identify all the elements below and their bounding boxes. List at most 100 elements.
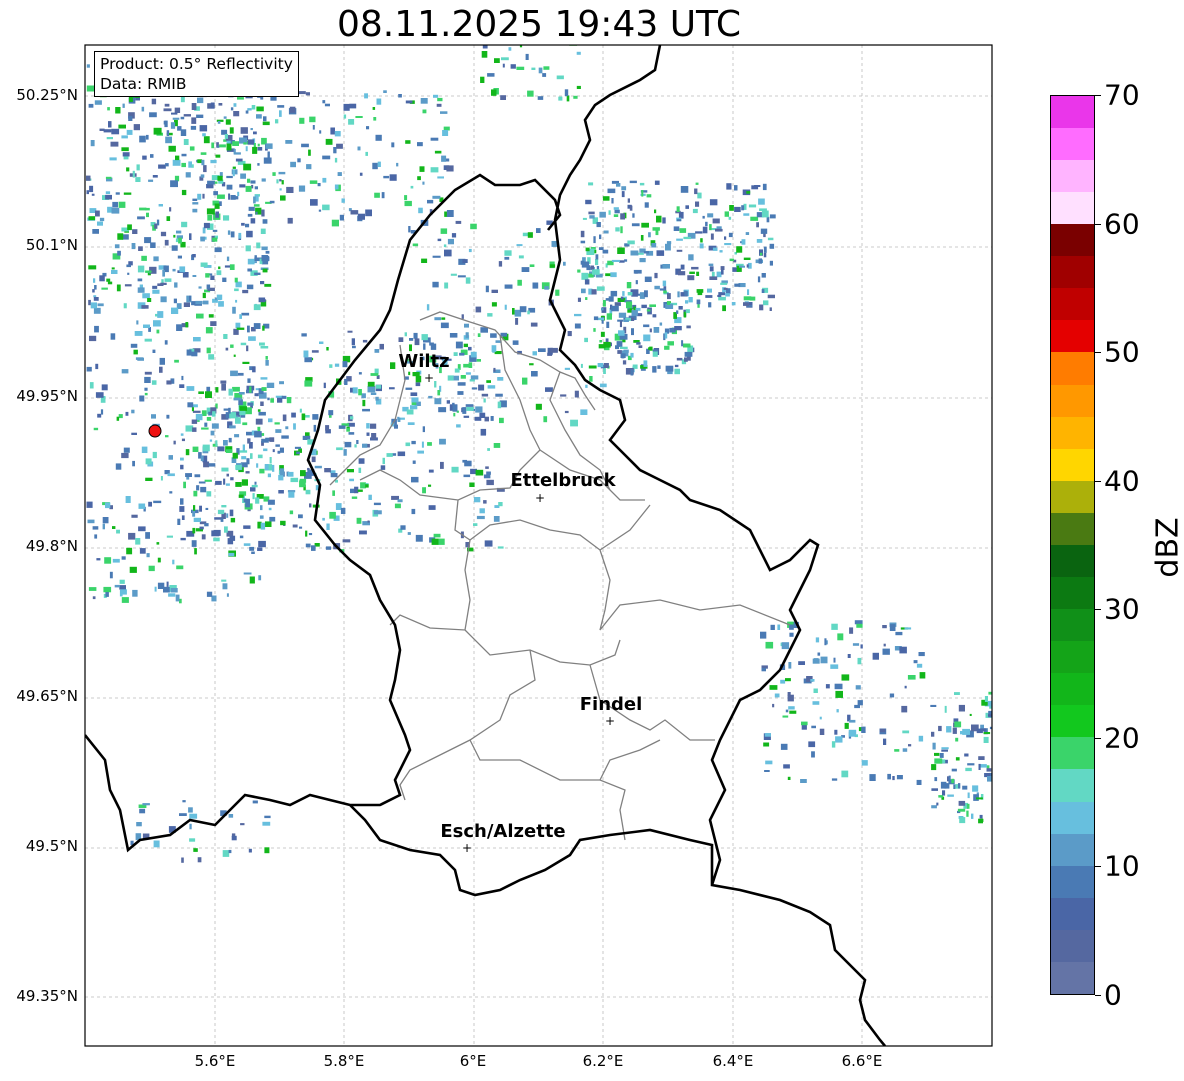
echo-cell <box>679 228 687 233</box>
echo-cell <box>365 209 372 217</box>
echo-cell <box>235 322 241 328</box>
echo-cell <box>412 243 419 247</box>
echo-cell <box>275 429 282 433</box>
lat-tick-label: 50.1°N <box>25 236 78 254</box>
echo-cell <box>332 490 335 496</box>
echo-cell <box>215 480 222 485</box>
echo-cell <box>758 198 765 205</box>
echo-cell <box>861 726 866 733</box>
echo-cell <box>152 289 160 294</box>
echo-cell <box>262 268 268 273</box>
echo-cell <box>258 575 262 581</box>
echo-cell <box>145 207 150 211</box>
echo-cell <box>230 344 234 348</box>
echo-cell <box>588 211 595 215</box>
colorbar-segment <box>1051 576 1094 610</box>
echo-cell <box>769 214 776 219</box>
echo-cell <box>989 726 992 730</box>
echo-cell <box>728 216 732 220</box>
echo-cell <box>201 534 206 540</box>
echo-cell <box>665 243 671 251</box>
lon-tick-label: 6.2°E <box>582 1052 624 1070</box>
lat-tick-label: 49.35°N <box>16 987 78 1005</box>
echo-cell <box>235 158 243 162</box>
echo-cell <box>371 433 377 440</box>
echo-cell <box>848 729 857 737</box>
echo-cell <box>237 372 244 376</box>
colorbar-segment <box>1051 544 1094 577</box>
echo-cell <box>177 126 182 131</box>
echo-cell <box>311 456 316 463</box>
echo-cell <box>500 95 506 100</box>
echo-cell <box>164 239 169 246</box>
echo-cell <box>457 382 466 386</box>
echo-cell <box>306 164 312 170</box>
echo-cell <box>787 776 791 780</box>
echo-cell <box>602 196 610 201</box>
echo-cell <box>543 66 550 70</box>
echo-cell <box>729 258 734 262</box>
echo-cell <box>652 366 657 373</box>
echo-cell <box>173 298 177 304</box>
echo-cell <box>212 411 216 417</box>
echo-cell <box>336 447 343 451</box>
echo-cell <box>726 183 732 190</box>
echo-cell <box>958 783 961 789</box>
echo-cell <box>610 290 618 297</box>
echo-cell <box>692 208 698 214</box>
echo-cell <box>695 201 700 207</box>
echo-cell <box>257 143 260 147</box>
echo-cell <box>236 327 245 330</box>
echo-cell <box>398 337 404 342</box>
echo-cell <box>741 239 746 245</box>
echo-cell <box>185 425 194 432</box>
echo-cell <box>769 685 778 690</box>
echo-cell <box>169 491 173 494</box>
echo-cell <box>656 250 665 256</box>
echo-cell <box>234 288 239 292</box>
echo-cell <box>150 242 156 248</box>
echo-cell <box>643 251 649 254</box>
echo-cell <box>708 263 714 266</box>
echo-cell <box>440 322 449 329</box>
echo-cell <box>517 279 522 286</box>
echo-cell <box>688 254 694 261</box>
echo-cell <box>685 205 689 209</box>
echo-cell <box>618 330 625 336</box>
echo-cell <box>440 111 448 114</box>
echo-cell <box>596 286 605 291</box>
echo-cell <box>101 287 108 290</box>
echo-cell <box>203 136 210 144</box>
echo-cell <box>172 159 181 166</box>
echo-cell <box>452 404 458 412</box>
echo-cell <box>111 128 120 135</box>
echo-cell <box>166 216 171 221</box>
echo-cell <box>305 92 310 96</box>
echo-cell <box>434 398 442 405</box>
echo-cell <box>705 221 708 227</box>
echo-cell <box>265 360 269 366</box>
echo-cell <box>243 142 247 145</box>
echo-cell <box>278 171 286 175</box>
echo-cell <box>947 794 954 797</box>
echo-cell <box>281 395 287 399</box>
echo-cell <box>825 684 830 689</box>
echo-cell <box>397 451 406 457</box>
echo-cell <box>580 409 588 415</box>
echo-cell <box>233 354 236 357</box>
echo-cell <box>760 228 768 234</box>
echo-cell <box>145 477 153 481</box>
echo-cell <box>831 623 838 630</box>
echo-cell <box>264 815 271 819</box>
echo-cell <box>162 270 165 277</box>
echo-cell <box>153 320 161 327</box>
echo-cell <box>268 507 272 511</box>
echo-cell <box>319 341 324 344</box>
echo-cell <box>254 481 257 485</box>
echo-cell <box>136 320 139 325</box>
echo-cell <box>105 194 112 200</box>
echo-cell <box>457 275 466 278</box>
echo-cell <box>676 249 683 252</box>
echo-cell <box>434 381 437 388</box>
echo-cell <box>487 313 493 317</box>
